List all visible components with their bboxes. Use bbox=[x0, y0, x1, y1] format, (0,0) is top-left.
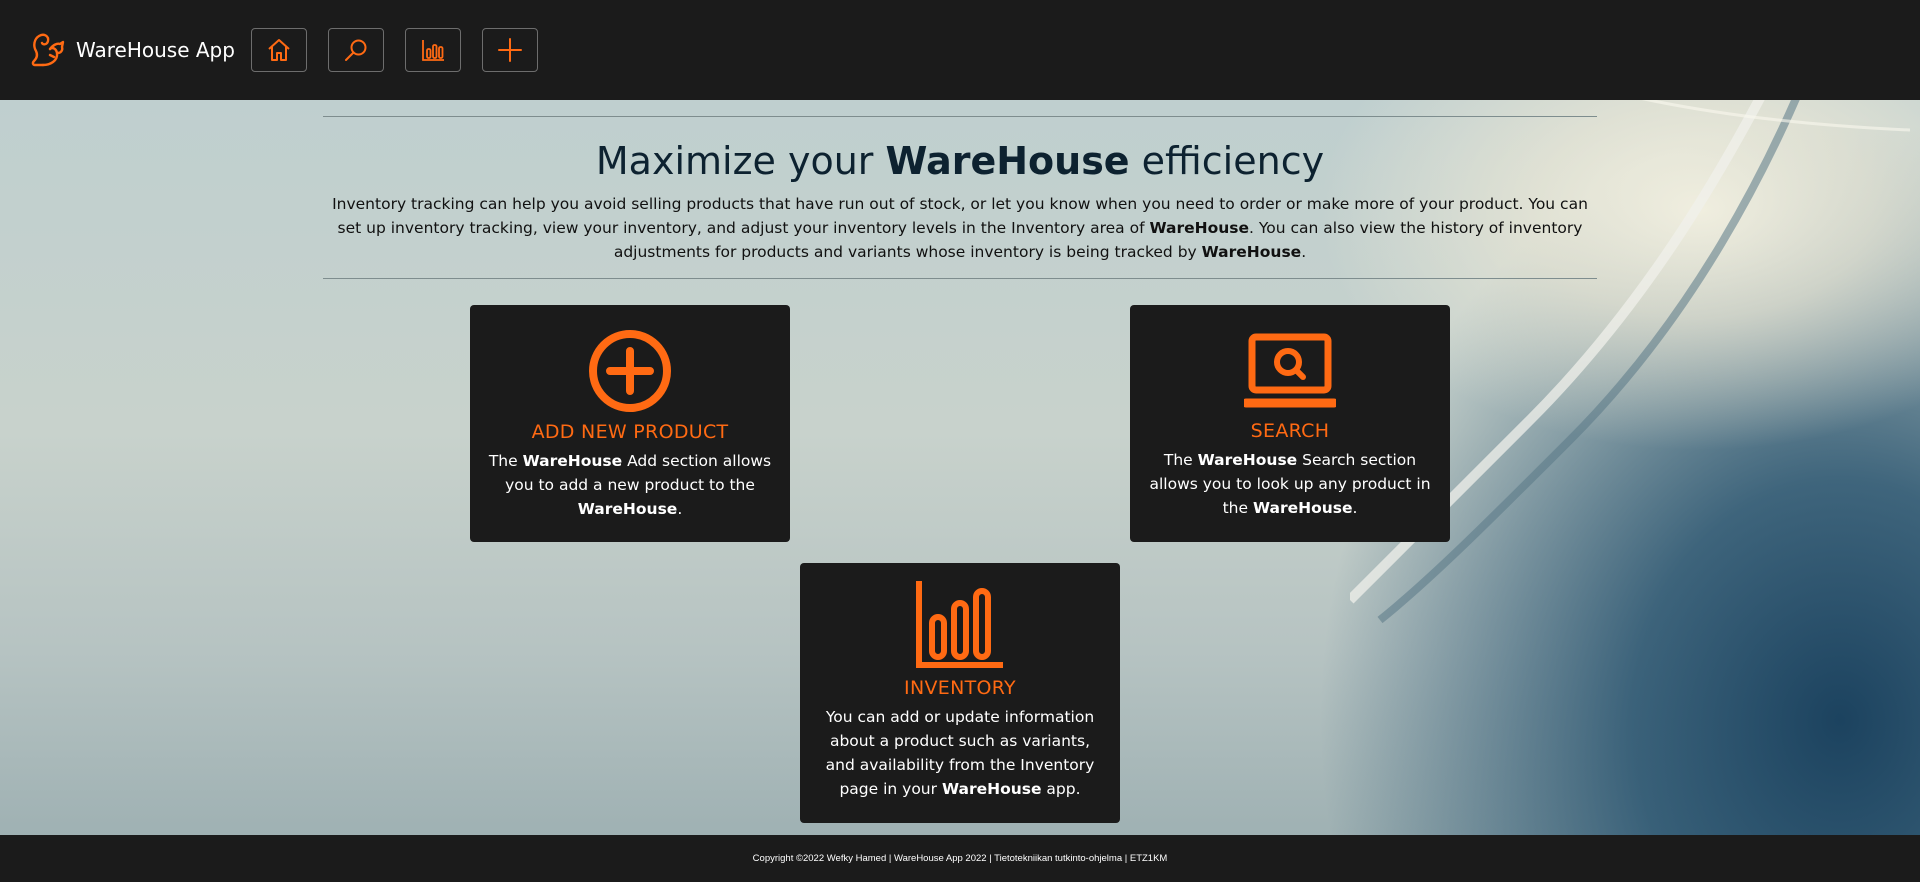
inventory-card[interactable]: INVENTORY You can add or update informat… bbox=[800, 563, 1120, 823]
search-button[interactable] bbox=[327, 28, 384, 72]
search-title: SEARCH bbox=[1250, 420, 1330, 442]
divider-top bbox=[323, 116, 1597, 117]
home-icon bbox=[268, 39, 290, 61]
search-icon bbox=[344, 39, 367, 61]
brand-link[interactable]: WareHouse App bbox=[30, 28, 235, 72]
page-title: Maximize your WareHouse efficiency bbox=[595, 139, 1325, 183]
search-card[interactable]: SEARCH The WareHouse Search section allo… bbox=[1130, 305, 1450, 542]
inventory-description: You can add or update information about … bbox=[825, 708, 1095, 798]
squirrel-icon bbox=[31, 33, 65, 67]
inventory-title: INVENTORY bbox=[904, 677, 1016, 699]
search-description: The WareHouse Search section allows you … bbox=[1149, 451, 1431, 517]
copyright-text: Copyright ©2022 Wefky Hamed | WareHouse … bbox=[752, 853, 1168, 864]
intro-paragraph: Inventory tracking can help you avoid se… bbox=[332, 195, 1588, 261]
add-product-card[interactable]: ADD NEW PRODUCT The WareHouse Add sectio… bbox=[470, 305, 790, 542]
plus-icon bbox=[497, 38, 522, 62]
main-content: Maximize your WareHouse efficiency Inven… bbox=[0, 100, 1920, 835]
brand-name: WareHouse App bbox=[76, 38, 235, 62]
plus-circle-icon bbox=[589, 330, 671, 412]
add-product-title: ADD NEW PRODUCT bbox=[531, 421, 729, 443]
home-button[interactable] bbox=[250, 28, 307, 72]
footer: Copyright ©2022 Wefky Hamed | WareHouse … bbox=[0, 835, 1920, 882]
inventory-button[interactable] bbox=[404, 28, 461, 72]
title-brand: WareHouse bbox=[885, 139, 1130, 183]
add-product-description: The WareHouse Add section allows you to … bbox=[488, 452, 772, 518]
top-navbar: WareHouse App bbox=[0, 0, 1920, 100]
bar-chart-icon bbox=[916, 581, 1003, 668]
bar-chart-icon bbox=[422, 40, 444, 61]
nav-button-group bbox=[250, 28, 559, 72]
divider-bottom bbox=[323, 278, 1597, 279]
laptop-search-icon bbox=[1244, 333, 1336, 408]
add-button[interactable] bbox=[481, 28, 538, 72]
